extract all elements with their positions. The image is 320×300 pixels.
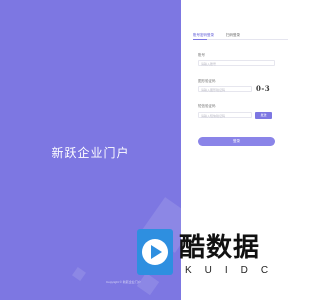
watermark-cn-text: 酷数据 <box>179 233 261 263</box>
sms-code-input[interactable]: 请输入短信验证码 <box>198 112 252 118</box>
watermark: 酷数据 KUIDC <box>133 225 300 285</box>
decorative-shape <box>72 267 86 281</box>
username-label: 账号 <box>198 53 205 57</box>
brand-title: 新跃企业门户 <box>51 146 130 160</box>
image-code-label: 图形验证码 <box>198 79 216 83</box>
active-tab-indicator <box>193 38 207 40</box>
tabs-divider <box>193 39 288 40</box>
watermark-logo-icon <box>137 229 173 275</box>
sms-code-label: 短信验证码 <box>198 104 216 108</box>
watermark-en-text: KUIDC <box>185 265 282 276</box>
captcha-image[interactable]: 0-3 <box>256 84 276 94</box>
login-button[interactable]: 登录 <box>198 137 275 146</box>
send-sms-button[interactable]: 发送 <box>255 112 272 119</box>
captcha-text: 0-3 <box>256 84 271 93</box>
image-code-input[interactable]: 请输入图形验证码 <box>198 86 252 92</box>
username-input[interactable]: 请输入账号 <box>198 60 275 66</box>
